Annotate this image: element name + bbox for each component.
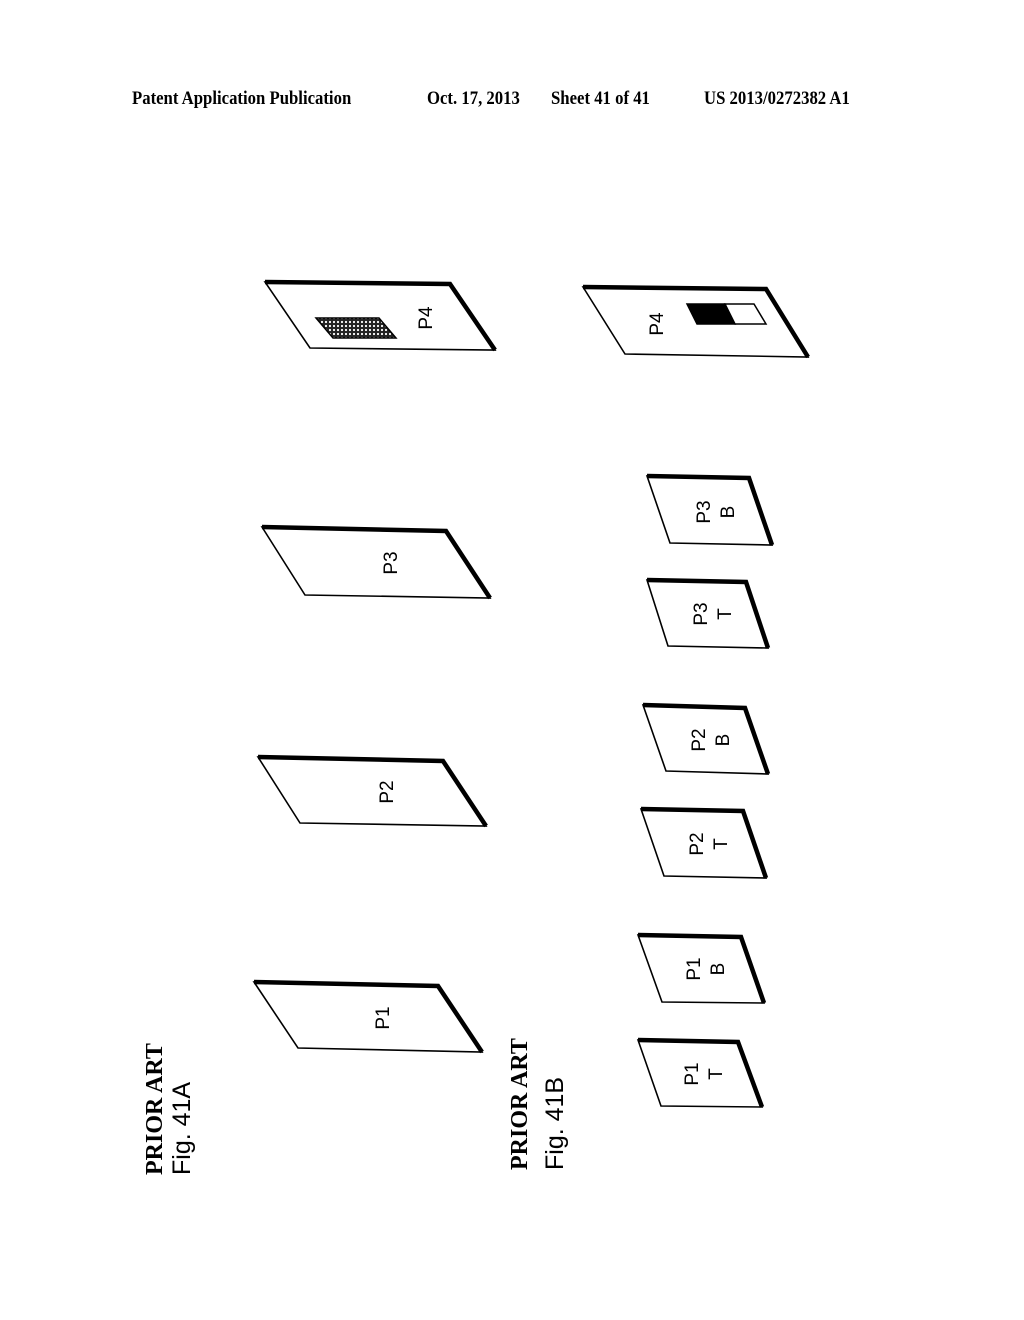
sheet-label: P3: [381, 551, 402, 574]
sheet-label: P2: [377, 780, 398, 803]
sheet-sublabel: T: [715, 608, 736, 620]
sheet-label: P1: [373, 1006, 394, 1029]
sheet-p4-41a: P4: [263, 279, 497, 352]
sheet-label: P3: [694, 500, 715, 523]
sheet-p4-41b: P4: [581, 284, 810, 359]
sheet-p2b-41b: P2 B: [641, 702, 771, 775]
sheet-label: P1: [684, 957, 705, 980]
sheet-sublabel: B: [708, 963, 729, 976]
sheet-sublabel: T: [706, 1068, 727, 1080]
sheet-label: P4: [416, 306, 437, 330]
figure-41b: P4 P3 B P3 T P2 B P2 T P1 B P1 T PRIOR A…: [507, 284, 810, 1170]
half-filled-box-marker: [685, 303, 768, 325]
sheet-p1b-41b: P1 B: [636, 932, 767, 1004]
sheet-sublabel: B: [718, 506, 739, 519]
figure-caption-label: Fig. 41B: [541, 1077, 569, 1170]
sheet-label: P2: [687, 832, 708, 855]
sheet-p3-41a: P3: [260, 524, 492, 600]
sheet-p2-41a: P2: [256, 754, 488, 828]
patent-drawing: P4 P3 P2 P1 PRIOR ART Fig. 41A P4 P3 B P…: [142, 279, 810, 1175]
figure-caption-prior-art: PRIOR ART: [142, 1043, 168, 1175]
sheet-p1t-41b: P1 T: [636, 1037, 765, 1108]
figure-caption-label: Fig. 41A: [168, 1082, 196, 1175]
sheet-label: P4: [647, 312, 668, 336]
sheet-p2t-41b: P2 T: [639, 806, 769, 879]
sheet-p3b-41b: P3 B: [645, 473, 775, 546]
figure-caption-prior-art: PRIOR ART: [507, 1038, 533, 1170]
sheet-p3t-41b: P3 T: [645, 577, 771, 649]
sheet-sublabel: B: [713, 734, 734, 747]
sheet-p1-41a: P1: [252, 979, 484, 1054]
sheet-sublabel: T: [711, 838, 732, 850]
sheet-label: P1: [682, 1062, 703, 1085]
sheet-label: P3: [691, 602, 712, 625]
figure-41a: P4 P3 P2 P1 PRIOR ART Fig. 41A: [142, 279, 497, 1175]
sheet-label: P2: [689, 728, 710, 751]
